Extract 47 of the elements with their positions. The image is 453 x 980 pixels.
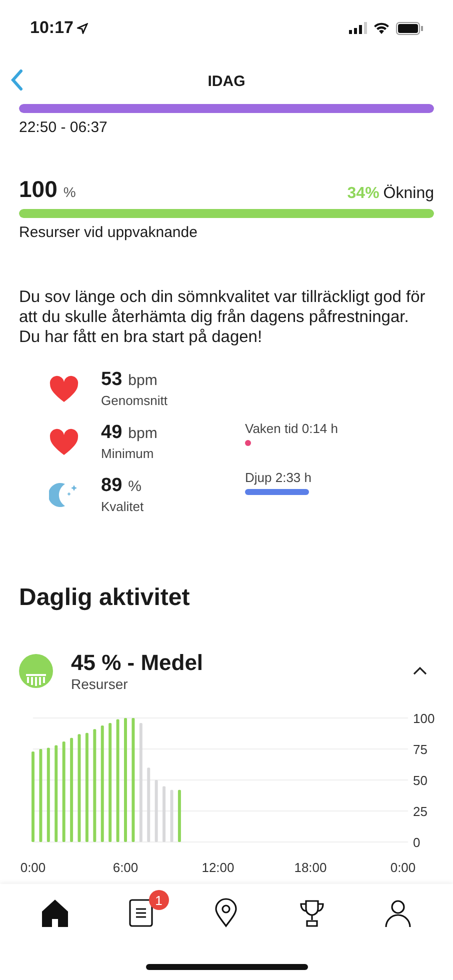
stat-unit: bpm [128,372,158,389]
stat-label: Minimum [101,446,155,461]
heart-icon [49,374,79,402]
moon-icon [49,480,79,508]
x-axis-label: 18:00 [294,860,327,875]
y-axis-label: 75 [413,742,428,757]
location-arrow-icon [77,22,88,34]
y-axis-label: 0 [413,835,420,850]
resource-unit: % [63,184,76,200]
section-title: Daglig aktivitet [19,584,191,612]
stat-unit: bpm [128,425,158,442]
stat-value: 89 [101,475,122,497]
y-axis-label: 100 [413,711,435,726]
sleep-time-range: 22:50 - 06:37 [19,119,108,136]
wifi-icon [373,22,390,34]
y-axis-label: 25 [413,804,428,819]
change-value: 34% [347,185,380,203]
resource-bar [178,790,181,842]
stat-label: Kvalitet [101,499,144,514]
activity-label: Resurser [71,676,129,692]
status-time: 10:17 [30,18,74,38]
x-axis-label: 6:00 [112,860,138,875]
signal-icon [349,22,367,34]
resource-bar [162,786,166,842]
stat-value: 53 [101,369,122,391]
resource-value: 100 [19,176,58,203]
phase-label: Vaken tid 0:14 h [245,421,338,436]
stat-value: 49 [101,422,122,444]
page-title: IDAG [208,72,246,90]
resource-gauge-icon [19,654,53,688]
collapse-chevron-icon[interactable] [412,666,428,676]
activity-value: 45 % - Medel [71,650,204,676]
notification-badge: 1 [148,890,169,910]
x-axis-label: 0:00 [20,860,46,875]
resource-caption: Resurser vid uppvaknande [19,224,198,241]
heart-icon [49,428,79,456]
resource-bar [154,780,158,842]
stat-label: Genomsnitt [101,393,168,408]
battery-icon [396,22,423,34]
change-label: Ökning [383,185,434,203]
summary-text: Du sov länge och din sömnkvalitet var tillräckligt god för att du skulle återhämta dig från dagens påfrestningar. Du har fått en bra start på dagen! [19,287,426,347]
phase-label: Djup 2:33 h [245,470,312,485]
x-axis-label: 12:00 [202,860,234,875]
x-axis-label: 0:00 [390,860,416,875]
y-axis-label: 50 [413,773,428,788]
resource-bar [170,790,174,842]
stat-unit: % [128,478,142,495]
